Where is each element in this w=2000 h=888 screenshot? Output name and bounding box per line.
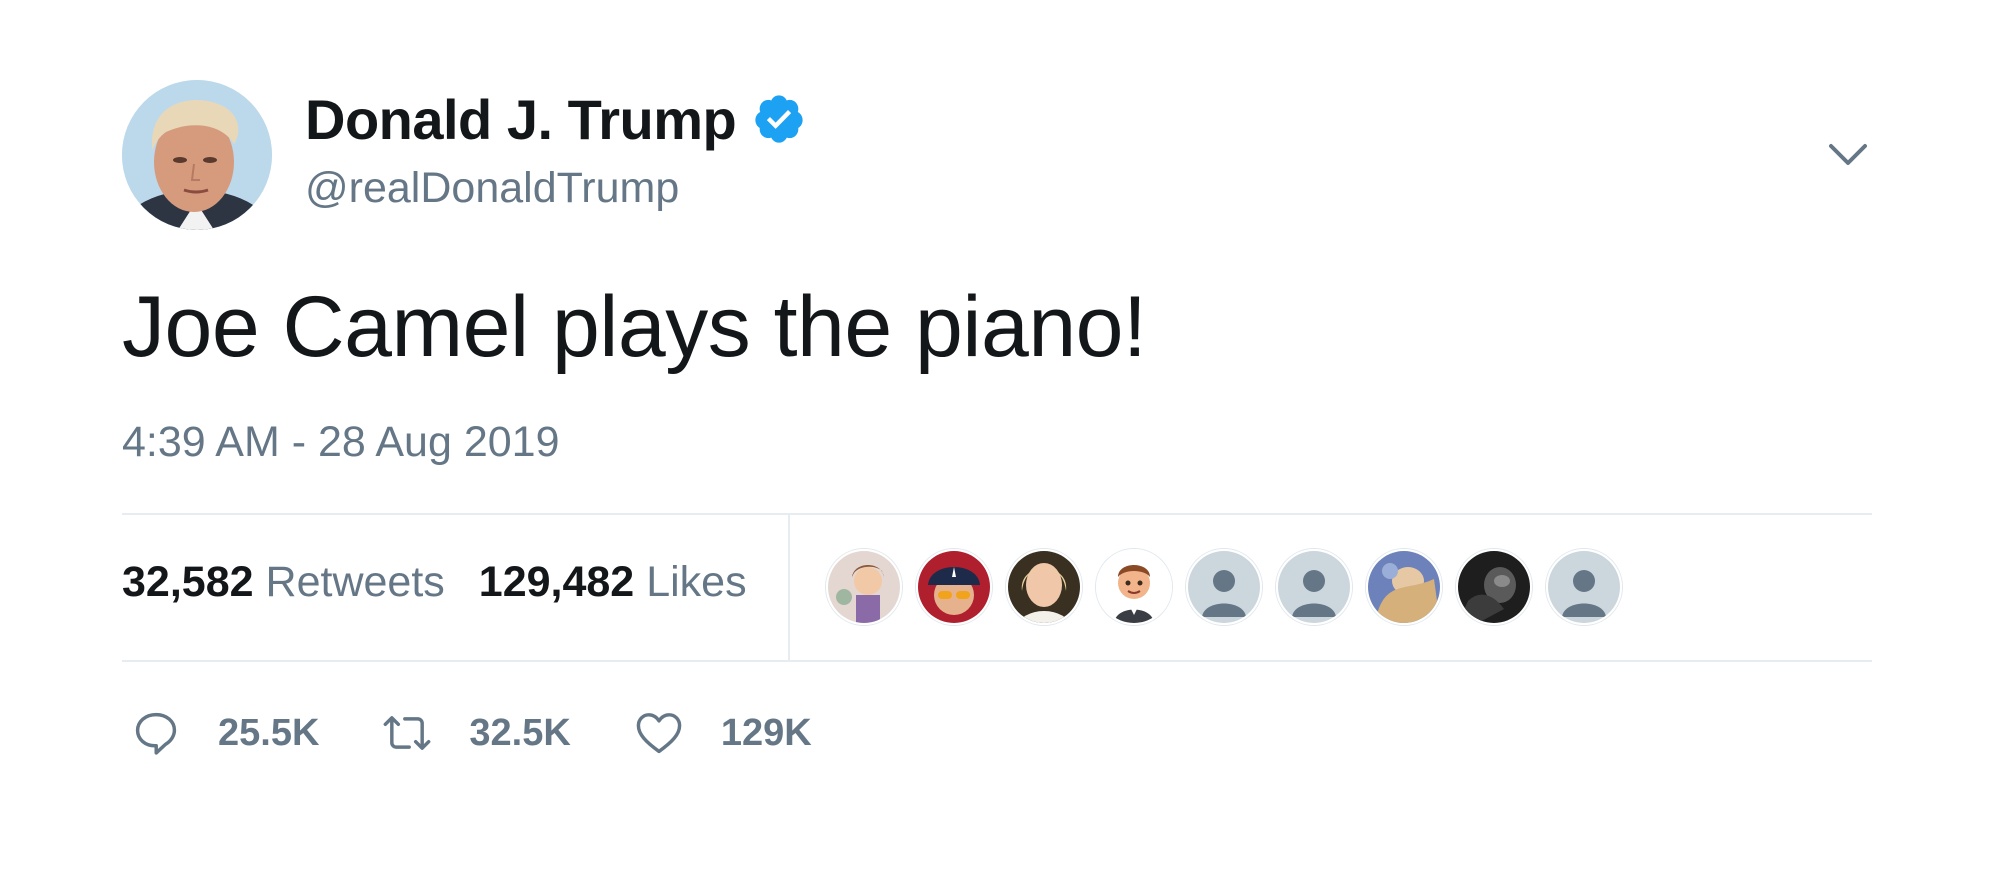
default-avatar-icon — [1188, 551, 1260, 623]
liker-avatar-dark-icon — [1458, 551, 1530, 623]
likes-stat[interactable]: 129,482 Likes — [479, 558, 747, 607]
retweet-icon — [384, 716, 431, 750]
tweet-timestamp[interactable]: 4:39 AM - 28 Aug 2019 — [122, 418, 560, 467]
liker-avatar-photo-icon — [1368, 551, 1440, 623]
likers-avatars — [826, 549, 1636, 625]
liker-avatar[interactable] — [1456, 549, 1532, 625]
divider — [122, 660, 1872, 662]
retweets-label: Retweets — [265, 558, 445, 606]
liker-avatar[interactable] — [1276, 549, 1352, 625]
liker-avatar-cap-icon — [918, 551, 990, 623]
likes-label: Likes — [646, 558, 747, 606]
liker-avatar-cartoon-icon — [1098, 551, 1170, 623]
tweet-card: Donald J. Trump @realDonaldTrump Joe Cam… — [0, 0, 2000, 888]
reply-button[interactable]: 25.5K — [130, 707, 319, 759]
heart-icon — [636, 713, 682, 754]
author-photo-icon — [122, 80, 272, 230]
liker-avatar-woman-icon — [1008, 551, 1080, 623]
vertical-divider — [788, 515, 790, 660]
author-name-row: Donald J. Trump — [305, 84, 806, 154]
author-handle[interactable]: @realDonaldTrump — [305, 164, 679, 213]
likes-count: 129,482 — [478, 558, 635, 606]
author-avatar[interactable] — [122, 80, 272, 230]
divider — [122, 513, 1872, 515]
tweet-text: Joe Camel plays the piano! — [122, 279, 1147, 375]
liker-avatar[interactable] — [916, 549, 992, 625]
default-avatar-icon — [1278, 551, 1350, 623]
like-count: 129K — [720, 711, 812, 754]
chevron-down-icon[interactable] — [1828, 142, 1868, 168]
liker-avatar[interactable] — [826, 549, 902, 625]
verified-badge-icon — [755, 95, 803, 143]
liker-avatar-illustration-icon — [828, 551, 900, 623]
retweets-count: 32,582 — [122, 558, 254, 606]
reply-icon — [135, 712, 177, 755]
liker-avatar[interactable] — [1366, 549, 1442, 625]
retweets-stat[interactable]: 32,582 Retweets — [122, 558, 445, 607]
tweet-actions: 25.5K 32.5K 129K — [130, 705, 874, 761]
reply-count: 25.5K — [218, 711, 320, 754]
tweet-stats: 32,582 Retweets 129,482 Likes — [122, 558, 747, 607]
liker-avatar[interactable] — [1546, 549, 1622, 625]
like-button[interactable]: 129K — [633, 707, 812, 759]
retweet-button[interactable]: 32.5K — [381, 707, 571, 759]
liker-avatar[interactable] — [1186, 549, 1262, 625]
liker-avatar[interactable] — [1096, 549, 1172, 625]
default-avatar-icon — [1548, 551, 1620, 623]
liker-avatar[interactable] — [1006, 549, 1082, 625]
retweet-count: 32.5K — [469, 711, 571, 754]
author-display-name[interactable]: Donald J. Trump — [305, 87, 737, 152]
